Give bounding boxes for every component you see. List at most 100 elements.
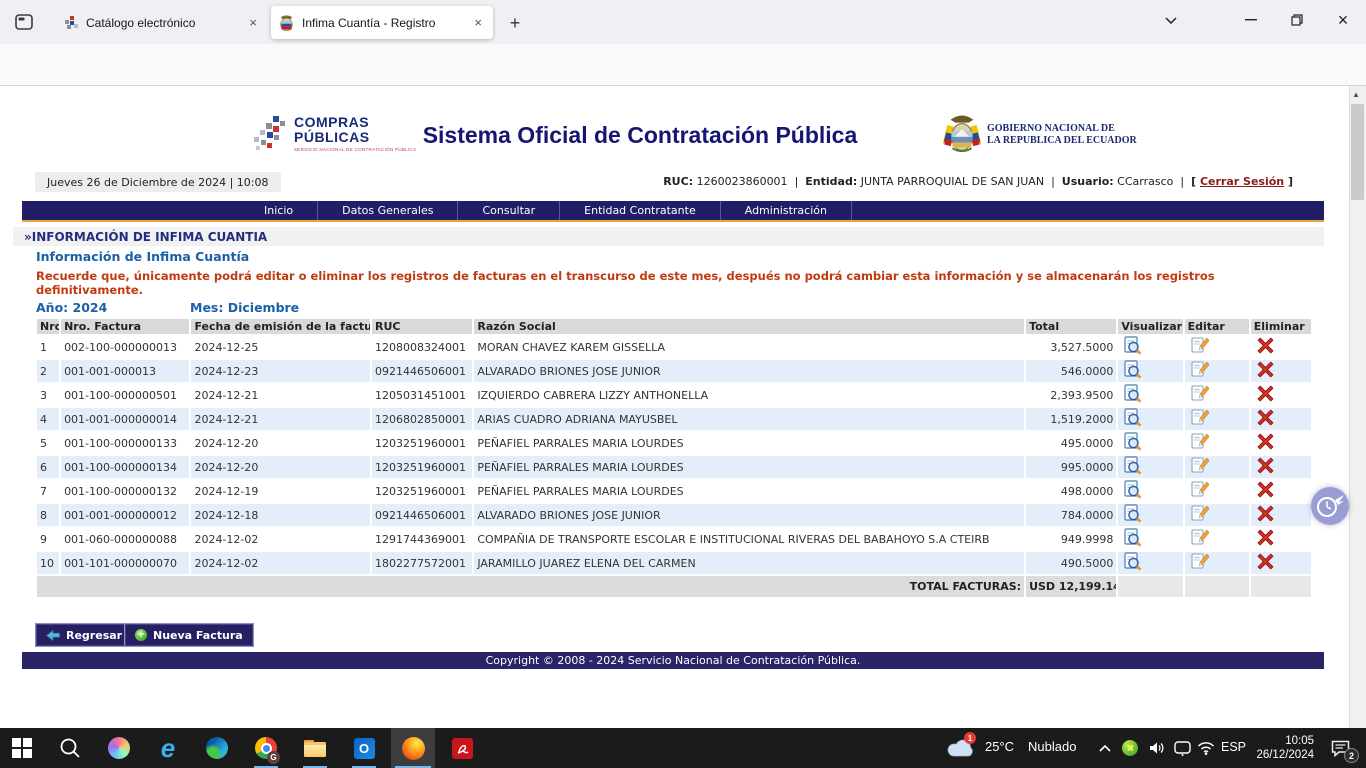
network-wifi-icon[interactable] — [1192, 728, 1220, 768]
editar-pencil-icon — [1191, 504, 1209, 523]
cell-nro: 1 — [37, 336, 59, 358]
gov-line2: LA REPUBLICA DEL ECUADOR — [987, 135, 1137, 147]
editar-button[interactable] — [1191, 408, 1209, 427]
acrobat-button[interactable] — [440, 728, 484, 768]
eliminar-button[interactable] — [1257, 361, 1274, 378]
logout-link[interactable]: Cerrar Sesión — [1200, 175, 1284, 188]
tab-title: Infima Cuantía - Registro — [302, 16, 471, 30]
month-label: Mes: Diciembre — [190, 300, 299, 315]
editar-button[interactable] — [1191, 360, 1209, 379]
weather-temp[interactable]: 25°C — [985, 739, 1014, 754]
eliminar-button[interactable] — [1257, 433, 1274, 450]
visualizar-button[interactable] — [1124, 528, 1142, 547]
edge-button[interactable] — [195, 728, 239, 768]
visualizar-button[interactable] — [1124, 480, 1142, 499]
visualizar-button[interactable] — [1124, 456, 1142, 475]
close-button[interactable]: × — [1320, 0, 1366, 40]
editar-button[interactable] — [1191, 480, 1209, 499]
eliminar-button[interactable] — [1257, 457, 1274, 474]
usuario-value: CCarrasco — [1117, 175, 1173, 188]
cell-eliminar — [1251, 480, 1311, 502]
visualizar-button[interactable] — [1124, 384, 1142, 403]
cell-editar — [1185, 456, 1249, 478]
search-button[interactable] — [48, 728, 92, 768]
cell-editar — [1185, 504, 1249, 526]
warning-text: Recuerde que, únicamente podrá editar o … — [36, 269, 1251, 297]
visualizar-button[interactable] — [1124, 432, 1142, 451]
visualizar-doc-magnifier-icon — [1124, 552, 1142, 571]
chrome-profile-badge: G — [267, 751, 280, 764]
tab-close-icon[interactable]: × — [246, 15, 260, 30]
visualizar-button[interactable] — [1124, 360, 1142, 379]
scrollbar-up-arrow[interactable]: ▲ — [1352, 90, 1360, 99]
weather-alert-badge: 1 — [964, 732, 976, 744]
gov-line1: GOBIERNO NACIONAL DE — [987, 123, 1137, 135]
nav-accent-line — [22, 220, 1324, 222]
cell-razon: COMPAÑIA DE TRANSPORTE ESCOLAR E INSTITU… — [474, 528, 1024, 550]
chrome-button[interactable]: G — [244, 728, 288, 768]
editar-button[interactable] — [1191, 504, 1209, 523]
outlook-button[interactable]: O — [342, 728, 386, 768]
copilot-button[interactable] — [97, 728, 141, 768]
cell-ruc: 1206802850001 — [372, 408, 472, 430]
cell-nro: 4 — [37, 408, 59, 430]
editar-pencil-icon — [1191, 528, 1209, 547]
editar-button[interactable] — [1191, 456, 1209, 475]
nav-item-consultar[interactable]: Consultar — [458, 201, 560, 220]
eliminar-button[interactable] — [1257, 529, 1274, 546]
tab-catalogo-electronico[interactable]: Catálogo electrónico × — [56, 6, 268, 39]
visualizar-doc-magnifier-icon — [1124, 432, 1142, 451]
nueva-factura-button[interactable]: + Nueva Factura — [124, 623, 254, 647]
eliminar-button[interactable] — [1257, 337, 1274, 354]
cell-factura: 001-060-000000088 — [61, 528, 189, 550]
visualizar-button[interactable] — [1124, 408, 1142, 427]
taskbar-clock[interactable]: 10:05 26/12/2024 — [1252, 734, 1314, 762]
notifications-button[interactable]: 2 — [1318, 728, 1362, 768]
invoice-row: 3001-100-0000005012024-12-21120503145100… — [37, 384, 1311, 406]
cell-razon: ALVARADO BRIONES JOSE JUNIOR — [474, 504, 1024, 526]
new-tab-button[interactable]: + — [502, 10, 528, 36]
cell-total: 949.9998 — [1026, 528, 1116, 550]
nav-item-inicio[interactable]: Inicio — [240, 201, 318, 220]
nav-item-entidad-contratante[interactable]: Entidad Contratante — [560, 201, 721, 220]
nav-item-administracion[interactable]: Administración — [721, 201, 852, 220]
restore-button[interactable] — [1274, 0, 1320, 40]
nav-item-datos-generales[interactable]: Datos Generales — [318, 201, 458, 220]
weather-condition[interactable]: Nublado — [1028, 739, 1076, 754]
list-all-tabs-button[interactable] — [1148, 0, 1194, 40]
start-button[interactable] — [0, 728, 44, 768]
tab-close-icon[interactable]: × — [471, 15, 485, 30]
cell-ruc: 1291744369001 — [372, 528, 472, 550]
eliminar-button[interactable] — [1257, 409, 1274, 426]
editar-button[interactable] — [1191, 336, 1209, 355]
tab-infima-cuantia[interactable]: Infima Cuantía - Registro × — [271, 6, 493, 39]
minimize-button[interactable] — [1228, 0, 1274, 40]
scrollbar-thumb[interactable] — [1351, 104, 1364, 200]
cell-visualizar — [1118, 384, 1182, 406]
antivirus-tray-icon[interactable]: ✚ — [1116, 728, 1144, 768]
floating-timer-widget[interactable] — [1311, 487, 1349, 525]
cell-eliminar — [1251, 456, 1311, 478]
clock-date: 26/12/2024 — [1252, 748, 1314, 762]
language-indicator[interactable]: ESP — [1221, 740, 1246, 754]
eliminar-button[interactable] — [1257, 505, 1274, 522]
eliminar-button[interactable] — [1257, 553, 1274, 570]
editar-button[interactable] — [1191, 552, 1209, 571]
firefox-view-button[interactable] — [10, 9, 38, 35]
visualizar-button[interactable] — [1124, 336, 1142, 355]
invoice-row: 8001-001-0000000122024-12-18092144650600… — [37, 504, 1311, 526]
eliminar-button[interactable] — [1257, 385, 1274, 402]
editar-button[interactable] — [1191, 384, 1209, 403]
eliminar-button[interactable] — [1257, 481, 1274, 498]
editar-button[interactable] — [1191, 432, 1209, 451]
table-header-row: Nro Nro. Factura Fecha de emisión de la … — [37, 319, 1311, 334]
regresar-button[interactable]: Regresar — [35, 623, 133, 647]
internet-explorer-button[interactable]: e — [146, 728, 190, 768]
cell-total: 3,527.5000 — [1026, 336, 1116, 358]
file-explorer-button[interactable] — [293, 728, 337, 768]
editar-button[interactable] — [1191, 528, 1209, 547]
firefox-button[interactable] — [391, 728, 435, 768]
visualizar-button[interactable] — [1124, 504, 1142, 523]
weather-button[interactable]: 1 — [940, 728, 980, 768]
visualizar-button[interactable] — [1124, 552, 1142, 571]
